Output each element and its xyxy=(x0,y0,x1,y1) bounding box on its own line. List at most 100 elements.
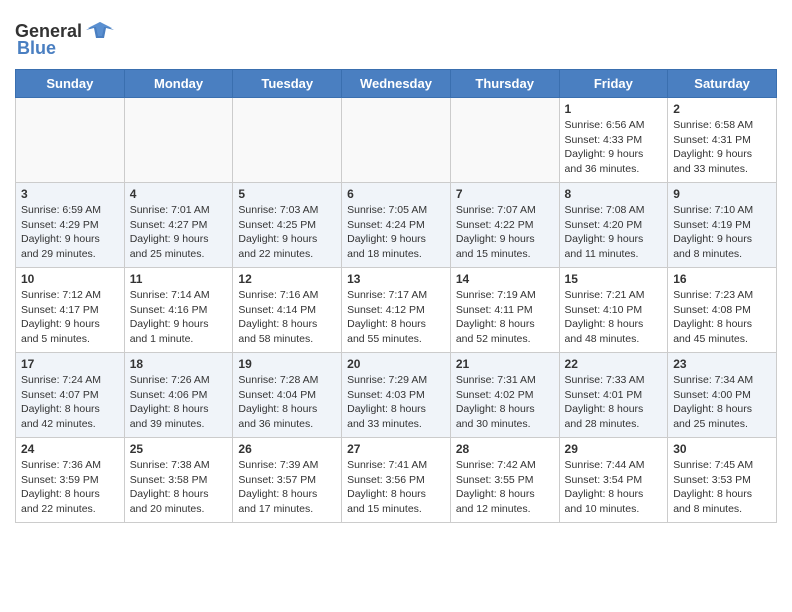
day-number: 21 xyxy=(456,357,554,371)
day-info: Sunrise: 7:42 AM Sunset: 3:55 PM Dayligh… xyxy=(456,458,554,517)
day-info: Sunrise: 7:23 AM Sunset: 4:08 PM Dayligh… xyxy=(673,288,771,347)
calendar-cell: 18 Sunrise: 7:26 AM Sunset: 4:06 PM Dayli… xyxy=(124,353,233,438)
day-number: 8 xyxy=(565,187,663,201)
day-info: Sunrise: 6:59 AM Sunset: 4:29 PM Dayligh… xyxy=(21,203,119,262)
col-header-tuesday: Tuesday xyxy=(233,70,342,98)
day-number: 30 xyxy=(673,442,771,456)
day-info: Sunrise: 6:58 AM Sunset: 4:31 PM Dayligh… xyxy=(673,118,771,177)
calendar-cell: 23 Sunrise: 7:34 AM Sunset: 4:00 PM Dayli… xyxy=(668,353,777,438)
calendar-week-row: 3 Sunrise: 6:59 AM Sunset: 4:29 PM Daylig… xyxy=(16,183,777,268)
day-number: 6 xyxy=(347,187,445,201)
day-info: Sunrise: 7:08 AM Sunset: 4:20 PM Dayligh… xyxy=(565,203,663,262)
col-header-friday: Friday xyxy=(559,70,668,98)
col-header-thursday: Thursday xyxy=(450,70,559,98)
header: General Blue xyxy=(15,15,777,59)
day-info: Sunrise: 7:01 AM Sunset: 4:27 PM Dayligh… xyxy=(130,203,228,262)
calendar-cell: 14Sunrise: 7:19 AM Sunset: 4:11 PM Dayli… xyxy=(450,268,559,353)
calendar-cell: 19 Sunrise: 7:28 AM Sunset: 4:04 PM Dayli… xyxy=(233,353,342,438)
col-header-wednesday: Wednesday xyxy=(342,70,451,98)
day-info: Sunrise: 7:14 AM Sunset: 4:16 PM Dayligh… xyxy=(130,288,228,347)
calendar-cell: 24 Sunrise: 7:36 AM Sunset: 3:59 PM Dayli… xyxy=(16,438,125,523)
day-info: Sunrise: 7:39 AM Sunset: 3:57 PM Dayligh… xyxy=(238,458,336,517)
day-info: Sunrise: 7:33 AM Sunset: 4:01 PM Dayligh… xyxy=(565,373,663,432)
day-number: 10 xyxy=(21,272,119,286)
calendar-cell: 29 Sunrise: 7:44 AM Sunset: 3:54 PM Dayli… xyxy=(559,438,668,523)
calendar-cell: 27Sunrise: 7:41 AM Sunset: 3:56 PM Dayli… xyxy=(342,438,451,523)
day-info: Sunrise: 7:12 AM Sunset: 4:17 PM Dayligh… xyxy=(21,288,119,347)
calendar-cell: 1Sunrise: 6:56 AM Sunset: 4:33 PM Daylig… xyxy=(559,98,668,183)
day-number: 24 xyxy=(21,442,119,456)
day-info: Sunrise: 7:24 AM Sunset: 4:07 PM Dayligh… xyxy=(21,373,119,432)
day-number: 28 xyxy=(456,442,554,456)
logo-bird-icon xyxy=(86,20,114,42)
calendar: SundayMondayTuesdayWednesdayThursdayFrid… xyxy=(15,69,777,523)
day-number: 1 xyxy=(565,102,663,116)
calendar-cell: 15 Sunrise: 7:21 AM Sunset: 4:10 PM Dayli… xyxy=(559,268,668,353)
calendar-cell: 21 Sunrise: 7:31 AM Sunset: 4:02 PM Dayli… xyxy=(450,353,559,438)
day-info: Sunrise: 7:26 AM Sunset: 4:06 PM Dayligh… xyxy=(130,373,228,432)
calendar-cell: 28 Sunrise: 7:42 AM Sunset: 3:55 PM Dayli… xyxy=(450,438,559,523)
day-info: Sunrise: 7:31 AM Sunset: 4:02 PM Dayligh… xyxy=(456,373,554,432)
day-number: 19 xyxy=(238,357,336,371)
day-info: Sunrise: 7:03 AM Sunset: 4:25 PM Dayligh… xyxy=(238,203,336,262)
calendar-cell xyxy=(450,98,559,183)
calendar-week-row: 24 Sunrise: 7:36 AM Sunset: 3:59 PM Dayli… xyxy=(16,438,777,523)
calendar-week-row: 10 Sunrise: 7:12 AM Sunset: 4:17 PM Dayli… xyxy=(16,268,777,353)
day-number: 29 xyxy=(565,442,663,456)
col-header-sunday: Sunday xyxy=(16,70,125,98)
calendar-cell xyxy=(233,98,342,183)
col-header-saturday: Saturday xyxy=(668,70,777,98)
day-info: Sunrise: 7:16 AM Sunset: 4:14 PM Dayligh… xyxy=(238,288,336,347)
day-info: Sunrise: 7:28 AM Sunset: 4:04 PM Dayligh… xyxy=(238,373,336,432)
day-number: 16 xyxy=(673,272,771,286)
day-number: 27 xyxy=(347,442,445,456)
logo-blue-text: Blue xyxy=(15,38,56,59)
calendar-cell: 6 Sunrise: 7:05 AM Sunset: 4:24 PM Daylig… xyxy=(342,183,451,268)
day-info: Sunrise: 7:29 AM Sunset: 4:03 PM Dayligh… xyxy=(347,373,445,432)
calendar-cell: 26 Sunrise: 7:39 AM Sunset: 3:57 PM Dayli… xyxy=(233,438,342,523)
day-number: 17 xyxy=(21,357,119,371)
day-number: 5 xyxy=(238,187,336,201)
day-info: Sunrise: 7:36 AM Sunset: 3:59 PM Dayligh… xyxy=(21,458,119,517)
calendar-cell xyxy=(16,98,125,183)
calendar-cell: 5 Sunrise: 7:03 AM Sunset: 4:25 PM Daylig… xyxy=(233,183,342,268)
day-info: Sunrise: 7:45 AM Sunset: 3:53 PM Dayligh… xyxy=(673,458,771,517)
calendar-cell: 22 Sunrise: 7:33 AM Sunset: 4:01 PM Dayli… xyxy=(559,353,668,438)
day-number: 12 xyxy=(238,272,336,286)
day-number: 18 xyxy=(130,357,228,371)
calendar-cell: 17 Sunrise: 7:24 AM Sunset: 4:07 PM Dayli… xyxy=(16,353,125,438)
day-number: 22 xyxy=(565,357,663,371)
calendar-cell: 30 Sunrise: 7:45 AM Sunset: 3:53 PM Dayli… xyxy=(668,438,777,523)
calendar-cell: 13Sunrise: 7:17 AM Sunset: 4:12 PM Dayli… xyxy=(342,268,451,353)
day-number: 4 xyxy=(130,187,228,201)
day-info: Sunrise: 7:38 AM Sunset: 3:58 PM Dayligh… xyxy=(130,458,228,517)
day-number: 13 xyxy=(347,272,445,286)
day-number: 7 xyxy=(456,187,554,201)
day-number: 3 xyxy=(21,187,119,201)
calendar-week-row: 17 Sunrise: 7:24 AM Sunset: 4:07 PM Dayli… xyxy=(16,353,777,438)
day-number: 23 xyxy=(673,357,771,371)
day-info: Sunrise: 7:19 AM Sunset: 4:11 PM Dayligh… xyxy=(456,288,554,347)
col-header-monday: Monday xyxy=(124,70,233,98)
day-number: 20 xyxy=(347,357,445,371)
day-number: 2 xyxy=(673,102,771,116)
calendar-week-row: 1Sunrise: 6:56 AM Sunset: 4:33 PM Daylig… xyxy=(16,98,777,183)
day-info: Sunrise: 7:05 AM Sunset: 4:24 PM Dayligh… xyxy=(347,203,445,262)
day-info: Sunrise: 7:44 AM Sunset: 3:54 PM Dayligh… xyxy=(565,458,663,517)
calendar-cell: 9 Sunrise: 7:10 AM Sunset: 4:19 PM Daylig… xyxy=(668,183,777,268)
calendar-cell: 16 Sunrise: 7:23 AM Sunset: 4:08 PM Dayli… xyxy=(668,268,777,353)
day-number: 9 xyxy=(673,187,771,201)
day-number: 26 xyxy=(238,442,336,456)
calendar-header-row: SundayMondayTuesdayWednesdayThursdayFrid… xyxy=(16,70,777,98)
logo: General Blue xyxy=(15,20,114,59)
day-info: Sunrise: 7:07 AM Sunset: 4:22 PM Dayligh… xyxy=(456,203,554,262)
calendar-cell: 10 Sunrise: 7:12 AM Sunset: 4:17 PM Dayli… xyxy=(16,268,125,353)
day-info: Sunrise: 7:10 AM Sunset: 4:19 PM Dayligh… xyxy=(673,203,771,262)
day-info: Sunrise: 7:34 AM Sunset: 4:00 PM Dayligh… xyxy=(673,373,771,432)
calendar-cell: 25Sunrise: 7:38 AM Sunset: 3:58 PM Dayli… xyxy=(124,438,233,523)
calendar-cell: 20 Sunrise: 7:29 AM Sunset: 4:03 PM Dayli… xyxy=(342,353,451,438)
day-number: 15 xyxy=(565,272,663,286)
calendar-cell: 12 Sunrise: 7:16 AM Sunset: 4:14 PM Dayli… xyxy=(233,268,342,353)
calendar-cell xyxy=(342,98,451,183)
day-info: Sunrise: 7:21 AM Sunset: 4:10 PM Dayligh… xyxy=(565,288,663,347)
